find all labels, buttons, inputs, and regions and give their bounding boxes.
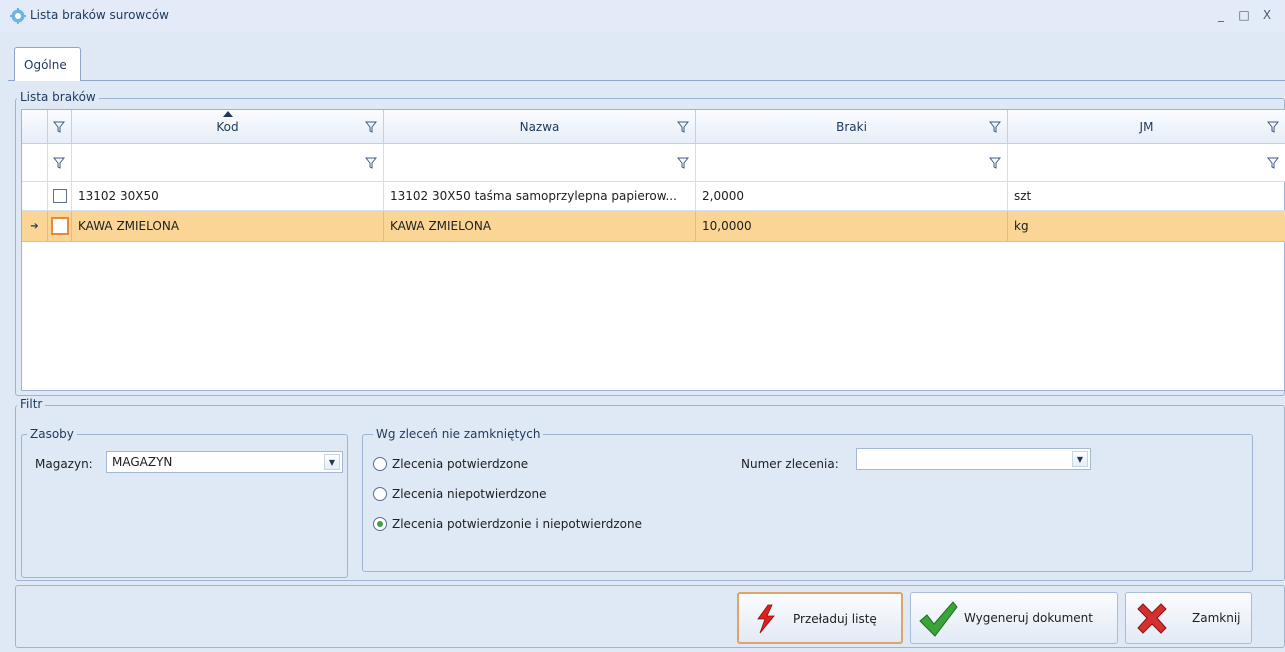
maximize-button[interactable]: □ [1235,6,1253,24]
radio-zlecenia-potwierdzone[interactable] [373,457,387,471]
column-header-kod[interactable]: Kod [72,110,384,144]
filter-cell-kod[interactable] [72,144,384,182]
table-row-selected[interactable]: ➔ KAWA ZMIELONA KAWA ZMIELONA 10,0000 kg [22,211,1285,242]
generate-document-label: Wygeneruj dokument [964,611,1093,625]
zlecenia-group-title: Wg zleceń nie zamkniętych [373,427,544,441]
filter-icon [53,157,65,169]
filter-icon[interactable] [677,157,689,169]
tab-ogolne-label: Ogólne [24,58,67,72]
magazyn-label: Magazyn: [35,457,93,471]
filter-cell-jm[interactable] [1008,144,1285,182]
filter-check-cell[interactable] [48,144,72,182]
title-bar[interactable]: Lista braków surowców _ □ X [0,0,1285,32]
filter-icon[interactable] [1267,121,1279,133]
column-header-braki[interactable]: Braki [696,110,1008,144]
column-header-braki-label: Braki [836,119,867,134]
cell-kod[interactable]: KAWA ZMIELONA [72,211,384,242]
numer-zlecenia-select[interactable]: ▼ [856,448,1091,470]
close-window-button[interactable]: X [1258,6,1276,24]
cell-braki[interactable]: 2,0000 [696,182,1008,211]
filter-icon[interactable] [365,121,377,133]
row-indicator-arrow-icon: ➔ [22,211,48,242]
filter-icon[interactable] [365,157,377,169]
reload-list-button[interactable]: Przeładuj listę [737,592,903,644]
radio-zlecenia-niepotwierdzone-label[interactable]: Zlecenia niepotwierdzone [392,487,547,501]
column-header-jm-label: JM [1139,119,1154,134]
row-checkbox-cell [48,182,72,211]
column-header-jm[interactable]: JM [1008,110,1285,144]
grid-header-row: Kod Nazwa Braki JM [22,110,1285,144]
app-gear-icon [10,8,26,24]
header-check-filter[interactable] [48,110,72,144]
lightning-icon [757,604,775,634]
red-x-icon [1137,603,1167,634]
column-header-nazwa-label: Nazwa [519,119,560,134]
generate-document-button[interactable]: Wygeneruj dokument [910,592,1118,644]
tab-ogolne[interactable]: Ogólne [14,47,81,81]
filter-icon[interactable] [989,157,1001,169]
close-label: Zamknij [1192,611,1241,625]
numer-zlecenia-label: Numer zlecenia: [741,457,839,471]
filter-icon[interactable] [677,121,689,133]
magazyn-select-value: MAGAZYN [112,455,173,469]
row-indicator-cell [22,182,48,211]
column-header-nazwa[interactable]: Nazwa [384,110,696,144]
row-checkbox[interactable] [52,189,67,203]
reload-list-label: Przeładuj listę [793,612,877,626]
cell-braki[interactable]: 10,0000 [696,211,1008,242]
row-checkbox[interactable] [50,217,69,235]
table-row[interactable]: 13102 30X50 13102 30X50 taśma samoprzyle… [22,182,1285,211]
magazyn-select[interactable]: MAGAZYN ▼ [106,451,343,473]
cell-jm[interactable]: szt [1008,182,1285,211]
filter-group-title: Filtr [17,397,46,411]
cell-kod[interactable]: 13102 30X50 [72,182,384,211]
zlecenia-group [362,434,1253,572]
radio-zlecenia-potwierdzone-label[interactable]: Zlecenia potwierdzone [392,457,528,471]
filter-cell-nazwa[interactable] [384,144,696,182]
filter-icon[interactable] [989,121,1001,133]
window-title: Lista braków surowców [30,8,169,22]
grid-group-title: Lista braków [17,90,99,104]
header-indicator-cell [22,110,48,144]
radio-zlecenia-wszystkie-label[interactable]: Zlecenia potwierdzonie i niepotwierdzone [392,517,642,531]
cell-jm[interactable]: kg [1008,211,1285,242]
cell-nazwa[interactable]: 13102 30X50 taśma samoprzylepna papierow… [384,182,696,211]
zasoby-group-title: Zasoby [27,427,77,441]
chevron-down-icon[interactable]: ▼ [324,454,340,470]
chevron-down-icon[interactable]: ▼ [1072,451,1088,467]
column-header-kod-label: Kod [216,119,239,134]
filter-icon [53,121,65,133]
minimize-button[interactable]: _ [1212,6,1230,24]
grid-filter-row [22,144,1285,182]
radio-zlecenia-wszystkie[interactable] [373,517,387,531]
filter-indicator-cell [22,144,48,182]
data-grid: Kod Nazwa Braki JM 13102 30X50 13102 30X… [21,109,1285,391]
filter-cell-braki[interactable] [696,144,1008,182]
filter-icon[interactable] [1267,157,1279,169]
close-button[interactable]: Zamknij [1125,592,1252,644]
radio-zlecenia-niepotwierdzone[interactable] [373,487,387,501]
sort-ascending-icon [222,111,233,117]
row-checkbox-cell [48,211,72,242]
checkmark-icon [919,601,958,637]
main-window: Lista braków surowców _ □ X Ogólne Lista… [0,0,1285,652]
cell-nazwa[interactable]: KAWA ZMIELONA [384,211,696,242]
